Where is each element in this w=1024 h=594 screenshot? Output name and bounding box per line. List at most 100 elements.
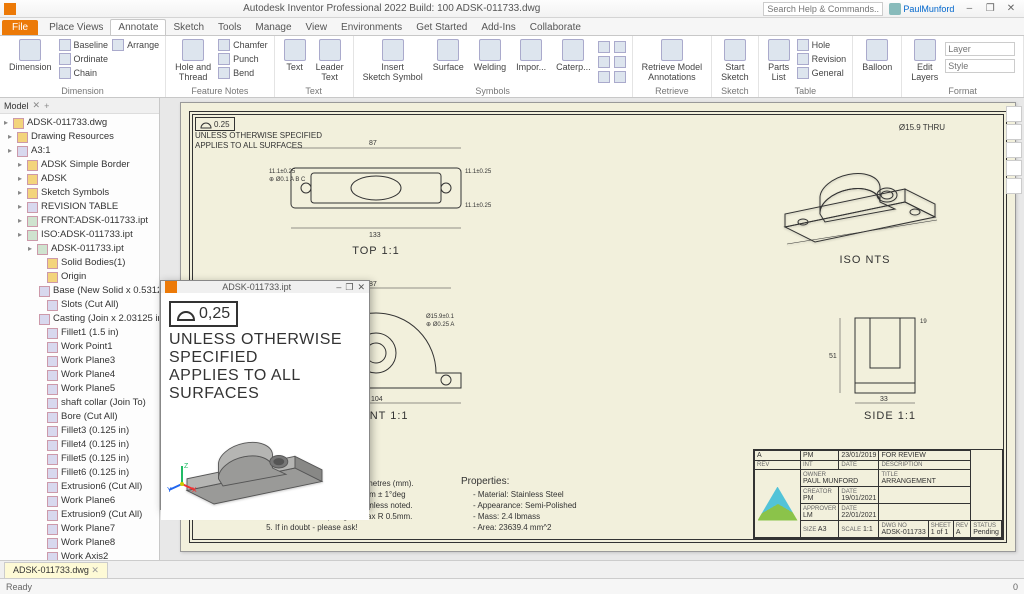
general-table-button[interactable]: General: [797, 66, 847, 80]
model-tree[interactable]: ▸ADSK-011733.dwg ▸Drawing Resources▸A3:1…: [0, 114, 159, 560]
help-search-input[interactable]: [763, 2, 883, 16]
doc-tab-active[interactable]: ADSK-011733.dwg ✕: [4, 562, 108, 578]
tree-node[interactable]: Work Plane3: [0, 354, 159, 368]
surface-button[interactable]: Surface: [430, 38, 467, 73]
tree-node[interactable]: Base (New Solid x 0.53125 in): [0, 284, 159, 298]
zoom-button[interactable]: [1006, 160, 1022, 176]
file-tab[interactable]: File: [2, 20, 38, 35]
caterpillar-button[interactable]: Caterp...: [553, 38, 594, 73]
tab-get-started[interactable]: Get Started: [409, 20, 474, 35]
tab-tools[interactable]: Tools: [211, 20, 248, 35]
bend-button[interactable]: Bend: [218, 66, 268, 80]
tree-node[interactable]: Fillet6 (0.125 in): [0, 466, 159, 480]
tab-collaborate[interactable]: Collaborate: [523, 20, 588, 35]
floating-part-window[interactable]: ADSK-011733.ipt – ❐ ✕ 0,25 UNLESS OTHERW…: [160, 280, 370, 510]
arrange-button[interactable]: Arrange: [112, 38, 159, 52]
float-close[interactable]: ✕: [357, 282, 365, 293]
tab-manage[interactable]: Manage: [248, 20, 298, 35]
punch-button[interactable]: Punch: [218, 52, 268, 66]
ribbon: Dimension Baseline Ordinate Chain Arrang…: [0, 36, 1024, 98]
orbit-button[interactable]: [1006, 124, 1022, 140]
welding-button[interactable]: Welding: [471, 38, 509, 73]
tree-node[interactable]: Fillet5 (0.125 in): [0, 452, 159, 466]
float-minimize[interactable]: –: [336, 282, 341, 292]
tree-node[interactable]: ▸FRONT:ADSK-011733.ipt: [0, 214, 159, 228]
lookat-button[interactable]: [1006, 178, 1022, 194]
sym-misc-5[interactable]: [614, 55, 626, 69]
hole-thread-button[interactable]: Hole and Thread: [172, 38, 214, 83]
tab-annotate[interactable]: Annotate: [110, 19, 166, 35]
title-block: APM23/01/2019FOR REVIEW REVINTDATEDESCRI…: [753, 449, 1003, 539]
tree-node[interactable]: Work Plane8: [0, 536, 159, 550]
sym-misc-2[interactable]: [598, 55, 610, 69]
edit-layers-button[interactable]: Edit Layers: [908, 38, 941, 83]
float-canvas[interactable]: 0,25 UNLESS OTHERWISE SPECIFIED APPLIES …: [161, 293, 369, 520]
tree-node[interactable]: ▸Sketch Symbols: [0, 186, 159, 200]
minimize-button[interactable]: –: [960, 3, 978, 14]
tab-sketch[interactable]: Sketch: [166, 20, 211, 35]
tree-node[interactable]: Work Plane7: [0, 522, 159, 536]
sym-misc-4[interactable]: [614, 40, 626, 54]
tree-node[interactable]: ▸Drawing Resources: [0, 130, 159, 144]
panel-feature-notes: Hole and Thread Chamfer Punch Bend Featu…: [166, 36, 275, 97]
panel-table: Parts List Hole Revision General Table: [759, 36, 854, 97]
balloon-button[interactable]: Balloon: [859, 38, 895, 73]
tab-place-views[interactable]: Place Views: [42, 20, 110, 35]
tree-node[interactable]: Work Plane6: [0, 494, 159, 508]
float-maximize[interactable]: ❐: [345, 282, 353, 293]
retrieve-annotations-button[interactable]: Retrieve Model Annotations: [639, 38, 706, 83]
sym-misc-6[interactable]: [614, 70, 626, 84]
tree-node[interactable]: Work Point1: [0, 340, 159, 354]
tree-node[interactable]: Fillet3 (0.125 in): [0, 424, 159, 438]
surface-finish-tag: 0.25: [195, 117, 235, 131]
navigation-bar: [1006, 106, 1022, 194]
style-select[interactable]: [945, 59, 1015, 73]
dimension-button[interactable]: Dimension: [6, 38, 55, 73]
home-view-button[interactable]: [1006, 106, 1022, 122]
tree-node[interactable]: ▸A3:1: [0, 144, 159, 158]
sym-misc-1[interactable]: [598, 40, 610, 54]
start-sketch-button[interactable]: Start Sketch: [718, 38, 752, 83]
baseline-button[interactable]: Baseline: [59, 38, 109, 52]
tree-node[interactable]: Work Axis2: [0, 550, 159, 560]
tab-view[interactable]: View: [299, 20, 335, 35]
pan-button[interactable]: [1006, 142, 1022, 158]
float-titlebar[interactable]: ADSK-011733.ipt – ❐ ✕: [161, 281, 369, 293]
chain-button[interactable]: Chain: [59, 66, 109, 80]
tree-node[interactable]: Work Plane5: [0, 382, 159, 396]
tree-node[interactable]: ▸ADSK Simple Border: [0, 158, 159, 172]
tree-node[interactable]: Fillet4 (0.125 in): [0, 438, 159, 452]
sym-misc-3[interactable]: [598, 70, 610, 84]
chamfer-button[interactable]: Chamfer: [218, 38, 268, 52]
hole-table-button[interactable]: Hole: [797, 38, 847, 52]
view-iso: Ø15.9 THRU ISO NTS: [765, 123, 965, 266]
tree-node[interactable]: ▸REVISION TABLE: [0, 200, 159, 214]
tree-node[interactable]: Fillet1 (1.5 in): [0, 326, 159, 340]
parts-list-button[interactable]: Parts List: [765, 38, 793, 83]
tree-node[interactable]: Work Plane4: [0, 368, 159, 382]
tree-node[interactable]: Solid Bodies(1): [0, 256, 159, 270]
tree-node[interactable]: ▸ADSK: [0, 172, 159, 186]
import-button[interactable]: Impor...: [513, 38, 549, 73]
close-button[interactable]: ✕: [1002, 3, 1020, 14]
ordinate-button[interactable]: Ordinate: [59, 52, 109, 66]
user-account[interactable]: PaulMunford: [889, 3, 954, 15]
tree-node[interactable]: ▸ADSK-011733.ipt: [0, 242, 159, 256]
tree-node[interactable]: ▸ISO:ADSK-011733.ipt: [0, 228, 159, 242]
svg-text:87: 87: [369, 281, 377, 288]
tree-node[interactable]: shaft collar (Join To): [0, 396, 159, 410]
revision-table-button[interactable]: Revision: [797, 52, 847, 66]
tab-environments[interactable]: Environments: [334, 20, 409, 35]
layer-select[interactable]: [945, 42, 1015, 56]
tree-node[interactable]: Casting (Join x 2.03125 in x -12 de: [0, 312, 159, 326]
tree-node[interactable]: Extrusion9 (Cut All): [0, 508, 159, 522]
text-button[interactable]: Text: [281, 38, 309, 73]
tree-node[interactable]: Slots (Cut All): [0, 298, 159, 312]
insert-sketch-symbol-button[interactable]: Insert Sketch Symbol: [360, 38, 426, 83]
maximize-button[interactable]: ❐: [981, 3, 999, 14]
tab-addins[interactable]: Add-Ins: [474, 20, 522, 35]
tree-node[interactable]: Bore (Cut All): [0, 410, 159, 424]
tree-node[interactable]: Extrusion6 (Cut All): [0, 480, 159, 494]
tree-node[interactable]: Origin: [0, 270, 159, 284]
leader-text-button[interactable]: Leader Text: [313, 38, 347, 83]
